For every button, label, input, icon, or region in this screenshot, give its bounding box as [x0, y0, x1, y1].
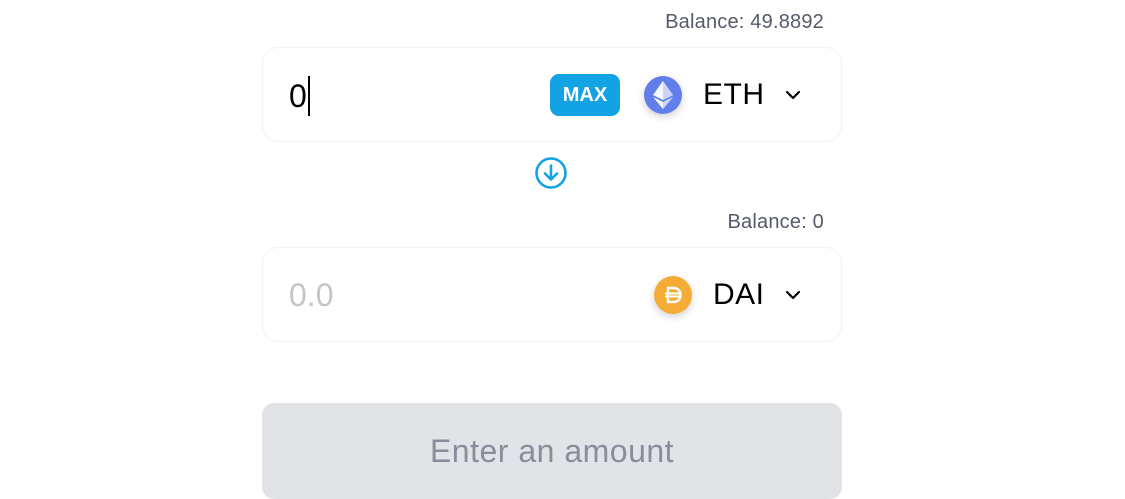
- to-amount-input[interactable]: 0.0: [289, 276, 333, 314]
- dai-logo-icon: [654, 276, 692, 314]
- from-amount-value: 0: [289, 78, 307, 114]
- chevron-down-icon: [783, 285, 803, 305]
- text-caret: [307, 76, 310, 116]
- eth-logo-icon: [644, 76, 682, 114]
- to-token-selector[interactable]: DAI: [654, 274, 803, 316]
- max-button[interactable]: MAX: [550, 74, 620, 116]
- from-token-symbol: ETH: [703, 78, 765, 111]
- from-token-selector[interactable]: ETH: [644, 74, 803, 116]
- chevron-down-icon: [783, 85, 803, 105]
- arrow-down-circle-icon[interactable]: [534, 156, 568, 190]
- to-token-symbol: DAI: [713, 278, 765, 311]
- from-token-panel: 0 MAX ETH: [262, 47, 842, 142]
- enter-amount-button[interactable]: Enter an amount: [262, 403, 842, 499]
- swap-widget: Balance: 49.8892 0 MAX ETH Balance: 0 0.…: [262, 0, 842, 499]
- from-balance: Balance: 49.8892: [665, 11, 824, 33]
- to-token-panel: 0.0 DAI: [262, 247, 842, 342]
- from-amount-input[interactable]: 0: [289, 76, 310, 116]
- to-balance: Balance: 0: [727, 211, 824, 233]
